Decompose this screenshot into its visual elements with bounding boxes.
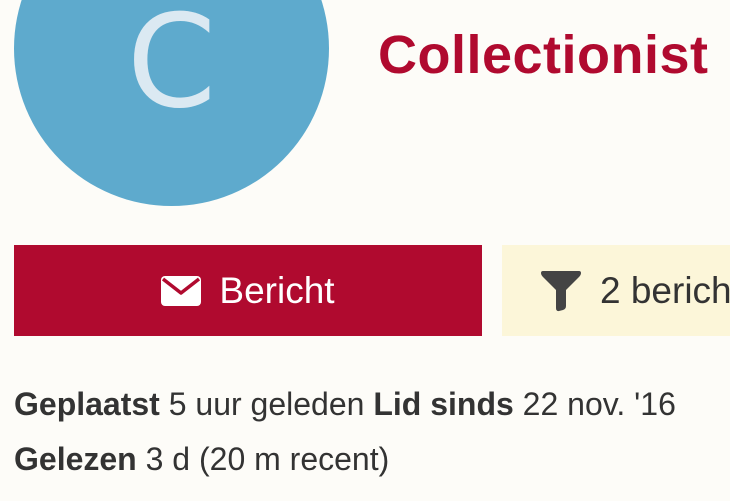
post-meta-line: Geplaatst 5 uur geleden Lid sinds 22 nov…	[14, 386, 676, 423]
filter-button-label: 2 berichten	[600, 269, 730, 311]
avatar-letter: C	[126, 0, 217, 137]
member-since-label: Lid sinds	[373, 386, 514, 422]
posted-value: 5 uur geleden	[168, 386, 365, 422]
message-button-label: Bericht	[219, 269, 335, 311]
read-meta-line: Gelezen 3 d (20 m recent)	[14, 441, 389, 478]
filter-icon	[540, 270, 582, 312]
username[interactable]: Collectionist	[378, 24, 709, 86]
read-label: Gelezen	[14, 441, 137, 477]
filter-posts-button[interactable]: 2 berichten	[502, 245, 730, 336]
read-value: 3 d (20 m recent)	[145, 441, 390, 477]
member-since-value: 22 nov. '16	[522, 386, 676, 422]
avatar[interactable]: C	[14, 0, 329, 206]
message-button[interactable]: Bericht	[14, 245, 482, 336]
posted-label: Geplaatst	[14, 386, 160, 422]
envelope-icon	[161, 275, 202, 306]
